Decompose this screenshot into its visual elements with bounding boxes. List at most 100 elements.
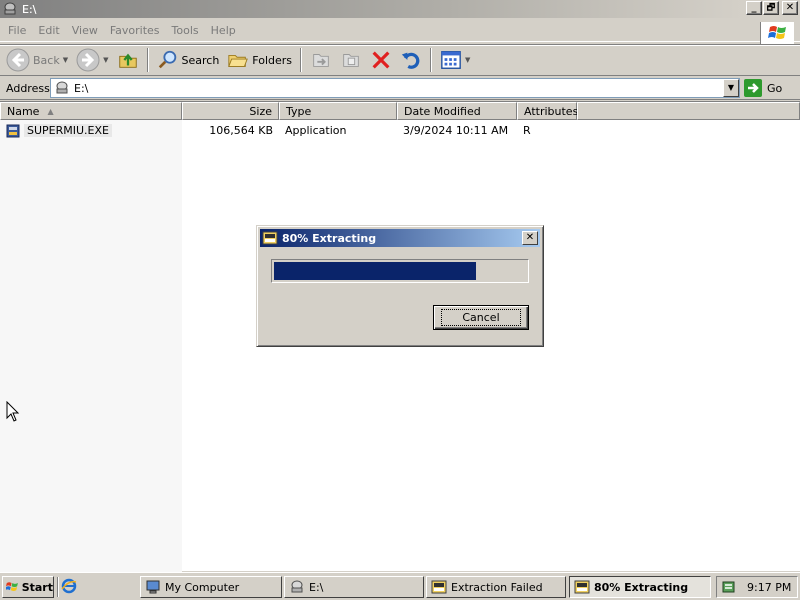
windows-flag-icon: [6, 582, 18, 591]
restore-button[interactable]: 🗗: [763, 1, 779, 15]
sorted-column-shade: [0, 120, 182, 572]
file-row[interactable]: SUPERMIU.EXE 106,564 KB Application 3/9/…: [0, 122, 800, 139]
task-label: Extraction Failed: [451, 580, 543, 594]
task-my-computer[interactable]: My Computer: [140, 576, 282, 598]
extracting-dialog: 80% Extracting ✕ Cancel: [256, 225, 544, 347]
mouse-pointer-icon: [6, 401, 20, 422]
menu-favorites[interactable]: Favorites: [104, 24, 166, 37]
file-type: Application: [285, 124, 347, 137]
column-header-type[interactable]: Type: [279, 102, 397, 120]
move-to-button[interactable]: [306, 46, 336, 74]
column-header-label: Date Modified: [404, 104, 481, 118]
menu-bar: File Edit View Favorites Tools Help: [0, 20, 800, 42]
back-button[interactable]: Back ▼: [2, 46, 72, 74]
task-drive-e[interactable]: E:\: [284, 576, 424, 598]
task-label: 80% Extracting: [594, 580, 689, 594]
task-extracting[interactable]: 80% Extracting: [569, 576, 711, 598]
go-arrow-icon: [744, 79, 762, 97]
menu-file[interactable]: File: [0, 24, 32, 37]
back-label: Back: [33, 53, 60, 67]
column-header-name[interactable]: Name ▲: [0, 102, 182, 120]
column-header-filler: [577, 102, 800, 120]
minimize-icon: _: [751, 2, 757, 13]
delete-button[interactable]: [366, 46, 396, 74]
forward-button[interactable]: ▼: [72, 46, 112, 74]
address-label: Address: [6, 81, 50, 95]
address-input[interactable]: E:\ ▼: [50, 78, 740, 98]
views-dropdown-icon[interactable]: ▼: [465, 56, 470, 64]
go-button[interactable]: Go: [744, 79, 782, 97]
file-name: SUPERMIU.EXE: [24, 124, 112, 137]
cancel-button[interactable]: Cancel: [433, 305, 529, 330]
address-bar: Address E:\ ▼ Go: [0, 77, 800, 100]
folders-label: Folders: [252, 53, 293, 67]
menu-help[interactable]: Help: [205, 24, 242, 37]
copy-to-button[interactable]: [336, 46, 366, 74]
views-icon: [441, 51, 461, 69]
folders-icon: [228, 54, 249, 67]
installer-exe-icon: [6, 124, 20, 137]
folders-button[interactable]: Folders: [223, 46, 296, 74]
window-title: E:\: [22, 2, 37, 16]
search-label: Search: [181, 53, 220, 67]
column-header-date-modified[interactable]: Date Modified: [397, 102, 517, 120]
drive-icon: [56, 81, 68, 94]
drive-icon: [4, 2, 16, 15]
installer-icon: [262, 231, 278, 245]
minimize-button[interactable]: _: [746, 1, 762, 15]
menu-edit[interactable]: Edit: [32, 24, 65, 37]
task-extraction-failed[interactable]: Extraction Failed: [426, 576, 566, 598]
dialog-title-bar[interactable]: 80% Extracting ✕: [260, 229, 540, 247]
menu-view[interactable]: View: [66, 24, 104, 37]
start-button[interactable]: Start: [2, 576, 54, 598]
menu-tools[interactable]: Tools: [166, 24, 205, 37]
windows-logo: [760, 22, 794, 44]
file-name-cell[interactable]: SUPERMIU.EXE: [0, 123, 182, 139]
windows-flag-icon: [767, 26, 786, 39]
move-to-icon: [313, 54, 329, 67]
address-value: E:\: [74, 81, 89, 95]
file-attributes: R: [523, 124, 531, 137]
taskbar: Start My Computer E:\ Extraction Failed: [0, 572, 800, 600]
clock[interactable]: 9:17 PM: [747, 581, 791, 594]
search-button[interactable]: Search: [153, 46, 224, 74]
file-size: 106,564 KB: [209, 124, 273, 137]
task-label: E:\: [309, 580, 324, 594]
column-header-attributes[interactable]: Attributes: [517, 102, 579, 120]
restore-icon: 🗗: [766, 3, 776, 13]
tray-installer-icon[interactable]: [721, 579, 737, 595]
column-header-label: Size: [249, 104, 272, 118]
dialog-title: 80% Extracting: [282, 231, 377, 245]
start-label: Start: [21, 580, 53, 594]
back-dropdown-icon[interactable]: ▼: [63, 56, 68, 64]
search-icon: [158, 50, 176, 69]
delete-icon: [372, 51, 390, 69]
extraction-progress-bar: [271, 259, 529, 283]
column-header-size[interactable]: Size: [182, 102, 279, 120]
file-date-modified: 3/9/2024 10:11 AM: [403, 124, 509, 137]
chevron-down-icon: ▼: [727, 83, 735, 92]
column-header-label: Attributes: [524, 104, 579, 118]
column-header-label: Type: [286, 104, 312, 118]
close-button[interactable]: ✕: [782, 1, 798, 15]
address-dropdown-button[interactable]: ▼: [723, 79, 739, 97]
quick-launch-separator: [57, 577, 59, 597]
go-label: Go: [767, 81, 783, 95]
installer-icon: [574, 580, 590, 594]
title-gradient: E:\: [0, 0, 744, 18]
internet-explorer-icon: [61, 578, 77, 594]
my-computer-icon: [146, 580, 160, 594]
column-headers: Name ▲ Size Type Date Modified Attribute…: [0, 102, 800, 120]
quick-launch-ie-button[interactable]: [61, 578, 77, 597]
up-folder-icon: [118, 53, 137, 68]
progress-fill: [274, 262, 476, 280]
undo-icon: [401, 52, 420, 69]
dialog-close-button[interactable]: ✕: [522, 231, 538, 245]
views-button[interactable]: ▼: [436, 46, 474, 74]
undo-button[interactable]: [396, 46, 426, 74]
back-arrow-icon: [6, 48, 30, 72]
up-folder-button[interactable]: [113, 46, 143, 74]
close-icon: ✕: [785, 2, 795, 13]
toolbar-separator: [300, 48, 303, 72]
forward-dropdown-icon[interactable]: ▼: [103, 56, 108, 64]
